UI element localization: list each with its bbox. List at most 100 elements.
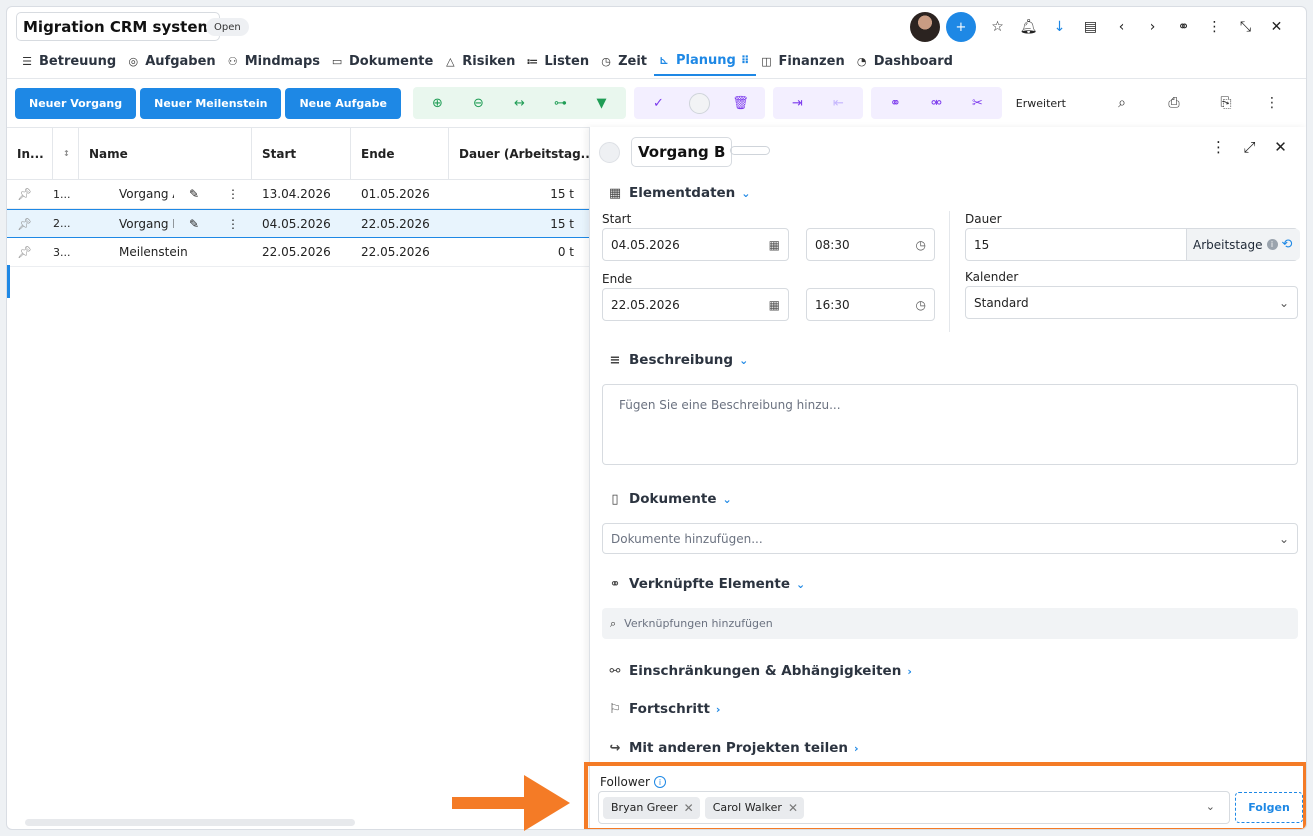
column-start[interactable]: Start (252, 128, 351, 179)
bell-icon[interactable]: 🔔︎ (1013, 12, 1044, 42)
export-icon[interactable]: ⎘ (1200, 95, 1252, 111)
filter-icon[interactable]: ▼ (581, 87, 622, 119)
section-progress[interactable]: ⚐ Fortschritt › (607, 701, 720, 717)
tab-zeit[interactable]: ◷ Zeit (596, 51, 654, 72)
link-icon[interactable]: ⚭ (875, 87, 916, 119)
unpin-icon[interactable]: ✂ (957, 87, 998, 119)
document-icon[interactable]: ▤ (1075, 12, 1106, 42)
fit-width-icon[interactable]: ↔ (499, 87, 540, 119)
tab-betreuung[interactable]: ☰ Betreuung (17, 51, 123, 72)
star-icon[interactable]: ☆ (982, 12, 1013, 42)
expand-icon[interactable]: ⤢ (1234, 138, 1265, 156)
close-icon[interactable]: ✕ (1261, 12, 1292, 42)
more-vertical-icon[interactable]: ⋮ (1199, 12, 1230, 42)
tag-pill[interactable] (730, 146, 770, 155)
end-time-field[interactable]: 16:30 ◷ (806, 288, 935, 321)
pin-icon[interactable]: 📌︎ (7, 245, 53, 259)
table-row[interactable]: 📌︎ 1... Vorgang A ✎ ⋮ 13.04.2026 01.05.2… (7, 180, 589, 209)
new-process-button[interactable]: Neuer Vorgang (15, 87, 137, 119)
follower-select[interactable]: Bryan Greer ✕ Carol Walker ✕ ⌄ (598, 791, 1230, 824)
follower-chip[interactable]: Carol Walker ✕ (704, 796, 805, 819)
section-share[interactable]: ↪ Mit anderen Projekten teilen › (607, 740, 859, 756)
start-time-field[interactable]: 08:30 ◷ (806, 228, 935, 261)
column-end[interactable]: Ende (351, 128, 449, 179)
table-row[interactable]: 📌︎ 2... Vorgang B ✎ ⋮ 04.05.2026 22.05.2… (7, 209, 589, 238)
more-vertical-icon[interactable]: ⋮ (214, 217, 252, 231)
edit-icon[interactable]: ✎ (174, 187, 214, 201)
tab-dokumente[interactable]: ▭ Dokumente (327, 51, 440, 72)
new-milestone-button[interactable]: Neuer Meilenstein (140, 87, 282, 119)
description-textarea[interactable]: Fügen Sie eine Beschreibung hinzu... (602, 384, 1298, 465)
section-constraints[interactable]: ⚯ Einschränkungen & Abhängigkeiten › (607, 663, 912, 679)
print-icon[interactable]: ⎙ (1148, 95, 1200, 111)
download-icon[interactable]: ↓ (1044, 12, 1075, 42)
section-linked[interactable]: ⚭ Verknüpfte Elemente ⌄ (607, 576, 806, 592)
tab-planung[interactable]: ⊾ Planung ⠿ (654, 51, 757, 76)
drag-handle-icon[interactable]: ⠿ (741, 54, 750, 67)
duration-unit[interactable]: Arbeitstage i ⟲ (1186, 229, 1300, 260)
chevron-right-icon[interactable]: › (1137, 12, 1168, 42)
section-documents[interactable]: ▯ Dokumente ⌄ (607, 491, 731, 507)
column-name[interactable]: Name (79, 128, 252, 179)
check-icon[interactable]: ✓ (638, 87, 679, 119)
chevron-down-icon[interactable]: ⌄ (1206, 800, 1215, 813)
column-sort[interactable]: ↕ (53, 128, 79, 179)
chevron-left-icon[interactable]: ‹ (1106, 12, 1137, 42)
more-vertical-icon[interactable]: ⋮ (1252, 95, 1292, 111)
start-date-field[interactable]: 04.05.2026 ▦ (602, 228, 789, 261)
tab-mindmaps[interactable]: ⚇ Mindmaps (223, 51, 327, 72)
end-date-field[interactable]: 22.05.2026 ▦ (602, 288, 789, 321)
indent-icon[interactable]: ⇥ (777, 87, 818, 119)
add-user-icon[interactable]: + (946, 12, 976, 42)
refresh-icon[interactable]: ⟲ (1282, 237, 1293, 252)
remove-icon[interactable]: ✕ (788, 801, 798, 815)
status-circle-icon[interactable] (599, 142, 620, 163)
calendar-select[interactable]: Standard ⌄ (965, 286, 1298, 319)
section-elementdata[interactable]: ▦ Elementdaten ⌄ (607, 185, 751, 201)
status-badge[interactable]: Open (206, 18, 249, 36)
section-description[interactable]: ≡ Beschreibung ⌄ (607, 352, 749, 368)
color-circle-icon[interactable] (679, 87, 720, 119)
row-name[interactable]: Vorgang B (79, 217, 174, 231)
pin-icon[interactable]: 📌︎ (7, 217, 53, 231)
column-index[interactable]: In... (7, 128, 53, 179)
collapse-icon[interactable]: ⤡ (1230, 12, 1261, 42)
horizontal-scrollbar[interactable] (25, 819, 355, 826)
row-name[interactable]: Vorgang A (79, 187, 174, 201)
links-search-input[interactable]: ⌕ Verknüpfungen hinzufügen (602, 608, 1298, 639)
unlink-icon[interactable]: ⚮ (916, 87, 957, 119)
row-name[interactable]: Meilenstein (79, 245, 252, 259)
zoom-in-icon[interactable]: ⊕ (417, 87, 458, 119)
edit-icon[interactable]: ✎ (174, 217, 214, 231)
close-icon[interactable]: ✕ (1265, 138, 1296, 156)
duration-label: Dauer (965, 212, 1002, 226)
follower-chip[interactable]: Bryan Greer ✕ (603, 796, 700, 819)
end-time-value: 16:30 (815, 297, 850, 312)
remove-icon[interactable]: ✕ (684, 801, 694, 815)
structure-icon[interactable]: ⊶ (540, 87, 581, 119)
follow-button[interactable]: Folgen (1235, 792, 1303, 823)
info-icon[interactable]: i (1266, 239, 1278, 250)
delete-icon[interactable]: 🗑︎ (720, 87, 761, 119)
column-duration[interactable]: Dauer (Arbeitstag... (449, 128, 589, 179)
panel-title[interactable]: Vorgang B (631, 137, 733, 167)
avatar[interactable] (910, 12, 940, 42)
outdent-icon[interactable]: ⇤ (818, 87, 859, 119)
tab-dashboard[interactable]: ◔ Dashboard (852, 51, 960, 72)
documents-select[interactable]: Dokumente hinzufügen... ⌄ (602, 523, 1298, 554)
more-vertical-icon[interactable]: ⋮ (1203, 138, 1234, 156)
info-icon[interactable]: i (653, 776, 666, 788)
tab-listen[interactable]: ≔ Listen (522, 51, 596, 72)
more-vertical-icon[interactable]: ⋮ (214, 187, 252, 201)
link-icon[interactable]: ⚭ (1168, 12, 1199, 42)
tab-finanzen[interactable]: ◫ Finanzen (756, 51, 851, 72)
table-row[interactable]: 📌︎ 3... Meilenstein 22.05.2026 22.05.202… (7, 238, 589, 267)
new-task-button[interactable]: Neue Aufgabe (285, 87, 401, 119)
project-title[interactable]: Migration CRM system (16, 12, 221, 41)
tab-aufgaben[interactable]: ◎ Aufgaben (123, 51, 222, 72)
pin-icon[interactable]: 📌︎ (7, 187, 53, 201)
advanced-button[interactable]: Erweitert (1016, 97, 1066, 110)
tab-risiken[interactable]: △ Risiken (440, 51, 522, 72)
search-icon[interactable]: ⌕ (1096, 95, 1148, 111)
zoom-out-icon[interactable]: ⊖ (458, 87, 499, 119)
